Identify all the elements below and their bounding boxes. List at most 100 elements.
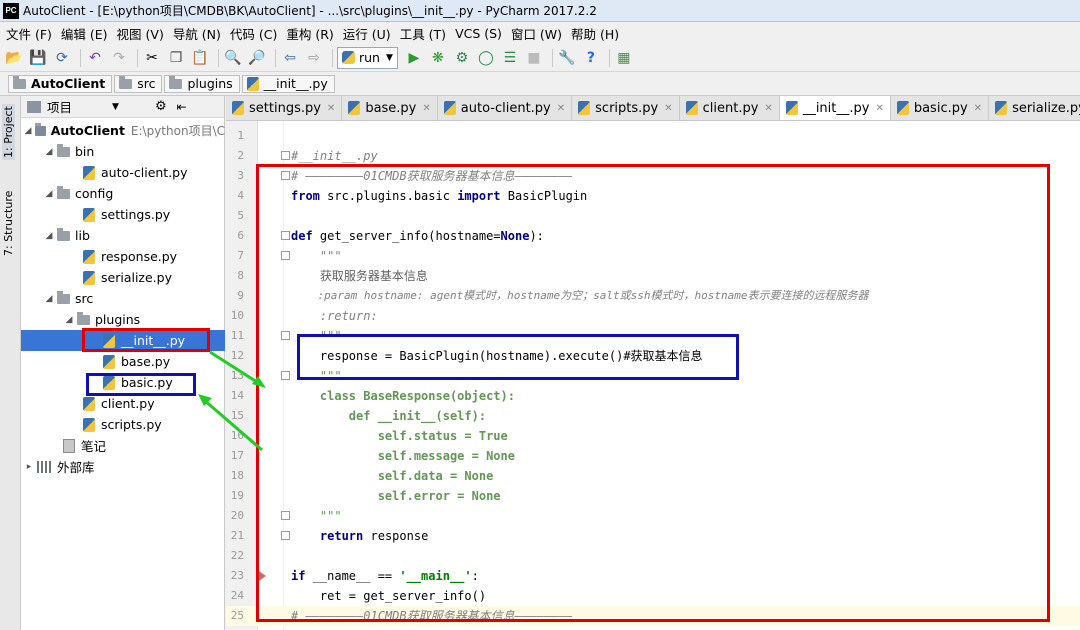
menu-navigate[interactable]: 导航 (N) [171,24,228,43]
tab-settings[interactable]: settings.py ✕ [226,96,343,120]
project-view-label[interactable]: 项目 [47,97,72,116]
tab-init[interactable]: __init__.py ✕ [779,96,891,120]
concurrency-icon[interactable]: ☰ [500,48,520,68]
tab-base[interactable]: base.py ✕ [342,96,438,120]
menu-view[interactable]: 视图 (V) [115,24,171,43]
menu-bar: 文件 (F) 编辑 (E) 视图 (V) 导航 (N) 代码 (C) 重构 (R… [0,22,1080,44]
run-configuration-label: run [359,50,380,65]
back-icon[interactable]: ⇦ [280,48,300,68]
undo-icon[interactable]: ↶ [85,48,105,68]
tree-node-response[interactable]: response.py [21,246,225,267]
tree-node-root[interactable]: ◢ AutoClient E:\python项目\C [21,120,225,141]
forward-icon[interactable]: ⇨ [304,48,324,68]
green-arrow-to-code [209,350,261,386]
line-number: 9 [237,289,244,302]
tree-node-serialize[interactable]: serialize.py [21,267,225,288]
chevron-down-icon[interactable]: ◢ [63,315,75,325]
tab-scripts[interactable]: scripts.py ✕ [572,96,680,120]
menu-file[interactable]: 文件 (F) [4,24,59,43]
chevron-down-icon[interactable]: ◢ [23,126,33,136]
toolbar-separator [137,48,138,67]
breadcrumb-plugins[interactable]: plugins [164,74,240,93]
tab-basic[interactable]: basic.py ✕ [891,96,990,120]
chevron-down-icon[interactable]: ◢ [43,294,55,304]
toolbar-separator [275,48,276,67]
menu-code[interactable]: 代码 (C) [228,24,284,43]
close-icon[interactable]: ✕ [557,103,565,114]
profile-icon[interactable]: ◯ [476,48,496,68]
debug-icon[interactable]: ❋ [428,48,448,68]
menu-edit[interactable]: 编辑 (E) [59,24,115,43]
close-icon[interactable]: ✕ [664,103,672,114]
tree-node-label: 外部库 [57,460,95,475]
chevron-down-icon[interactable]: ▼ [112,102,119,112]
sync-icon[interactable]: ⟳ [52,48,72,68]
tree-node-label: client.py [101,396,155,411]
menu-run[interactable]: 运行 (U) [341,24,398,43]
close-icon[interactable]: ✕ [764,103,772,114]
replace-icon[interactable]: 🔎 [247,48,267,68]
tab-serialize[interactable]: serialize.py✕ [989,96,1080,120]
tool-tab-project[interactable]: 1: Project [2,104,15,160]
menu-window[interactable]: 窗口 (W) [509,24,569,43]
tree-node-plugins[interactable]: ◢ plugins [21,309,225,330]
tree-node-external-libraries[interactable]: ▸ 外部库 [21,456,225,477]
cut-icon[interactable]: ✂ [142,48,162,68]
tree-node-settings[interactable]: settings.py [21,204,225,225]
tree-node-label: settings.py [101,207,171,222]
chevron-down-icon[interactable]: ◢ [43,189,55,199]
save-icon[interactable]: 💾 [28,48,48,68]
tree-node-auto-client[interactable]: auto-client.py [21,162,225,183]
line-number: 1 [237,129,244,142]
coverage-icon[interactable]: ⚙ [452,48,472,68]
python-file-icon [348,101,361,115]
menu-help[interactable]: 帮助 (H) [569,24,626,43]
chevron-down-icon[interactable]: ◢ [43,147,55,157]
project-icon [27,100,41,113]
line-number: 20 [230,509,244,522]
menu-refactor[interactable]: 重构 (R) [284,24,340,43]
find-icon[interactable]: 🔍 [223,48,243,68]
python-file-icon [83,270,95,285]
close-icon[interactable]: ✕ [875,103,883,114]
gear-icon[interactable]: ⚙ [155,99,167,114]
tab-client[interactable]: client.py ✕ [680,96,780,120]
hide-panel-icon[interactable]: ⇤ [177,100,187,114]
line-number: 21 [230,529,244,542]
tree-node-lib[interactable]: ◢ lib [21,225,225,246]
window-title: AutoClient - [E:\python项目\CMDB\BK\AutoCl… [23,4,597,18]
run-configuration-select[interactable]: run ▼ [337,46,398,69]
run-icon[interactable]: ▶ [404,48,424,68]
paste-icon[interactable]: 📋 [190,48,210,68]
tool-tab-structure[interactable]: 7: Structure [2,191,15,256]
redo-icon[interactable]: ↷ [109,48,129,68]
settings-icon[interactable]: 🔧 [557,48,577,68]
stop-icon[interactable]: ■ [524,48,544,68]
breadcrumb-project[interactable]: AutoClient [8,74,113,93]
chevron-down-icon[interactable]: ◢ [43,231,55,241]
breadcrumb-src[interactable]: src [114,74,163,93]
tree-node-config[interactable]: ◢ config [21,183,225,204]
line-number: 3 [237,169,244,182]
tree-node-src[interactable]: ◢ src [21,288,225,309]
menu-tools[interactable]: 工具 (T) [398,24,453,43]
python-icon [342,51,355,64]
menu-vcs[interactable]: VCS (S) [453,26,509,41]
chevron-right-icon[interactable]: ▸ [23,462,35,472]
tab-auto-client[interactable]: auto-client.py ✕ [438,96,573,120]
vcs-icon[interactable]: ▦ [614,48,634,68]
annotation-red-box-code [256,164,1050,622]
breadcrumb: AutoClient src plugins __init__.py [0,72,1080,96]
help-icon[interactable]: ? [581,48,601,68]
close-icon[interactable]: ✕ [422,103,430,114]
open-folder-icon[interactable]: 📂 [4,48,24,68]
breadcrumb-file[interactable]: __init__.py [241,74,335,93]
python-file-icon [896,101,909,115]
fold-marker-icon[interactable] [281,151,290,160]
copy-icon[interactable]: ❐ [166,48,186,68]
python-file-icon [103,354,115,369]
close-icon[interactable]: ✕ [974,103,982,114]
python-file-icon [578,101,591,115]
tree-node-bin[interactable]: ◢ bin [21,141,225,162]
close-icon[interactable]: ✕ [327,103,335,114]
